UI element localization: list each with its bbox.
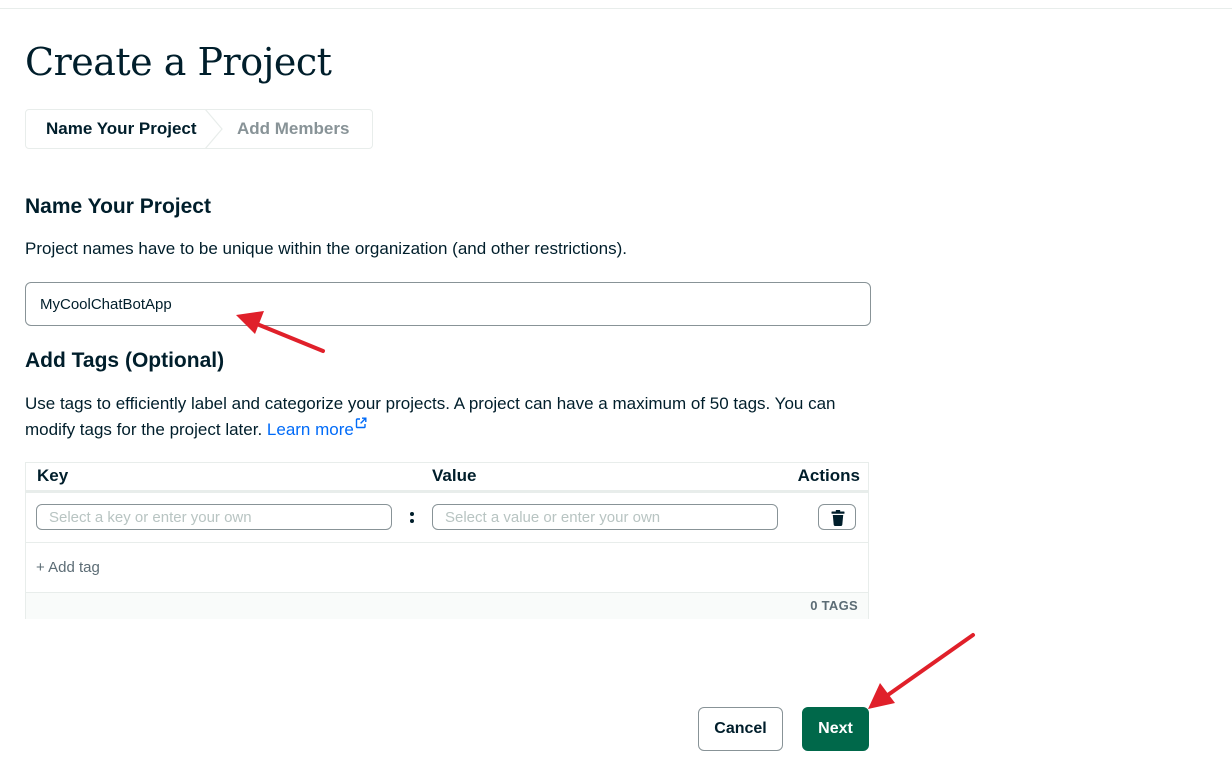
tag-count: 0 TAGS xyxy=(810,598,858,613)
tags-description-text: Use tags to efficiently label and catego… xyxy=(25,394,836,439)
step-add-members[interactable]: Add Members xyxy=(237,110,349,148)
tag-row-divider xyxy=(26,542,868,543)
table-header-divider xyxy=(26,490,868,493)
column-header-value: Value xyxy=(432,466,477,485)
add-tag-button[interactable]: + Add tag xyxy=(36,559,100,576)
page-title: Create a Project xyxy=(25,40,332,84)
column-header-key: Key xyxy=(37,466,69,485)
learn-more-label: Learn more xyxy=(266,420,354,439)
name-section-heading: Name Your Project xyxy=(25,195,211,218)
column-header-actions: Actions xyxy=(797,466,860,485)
tags-section-heading: Add Tags (Optional) xyxy=(25,349,225,372)
tags-section-description: Use tags to efficiently label and catego… xyxy=(25,391,870,443)
tag-key-input[interactable] xyxy=(36,504,392,530)
step-name-your-project[interactable]: Name Your Project xyxy=(46,110,197,148)
top-divider xyxy=(0,8,1232,9)
table-footer: 0 TAGS xyxy=(26,592,868,619)
trash-icon xyxy=(831,510,845,526)
arrow-to-next-button xyxy=(868,633,975,709)
cancel-button[interactable]: Cancel xyxy=(698,707,783,751)
project-name-input[interactable] xyxy=(25,282,871,326)
next-button[interactable]: Next xyxy=(802,707,869,751)
tags-table: Key Value Actions + Add tag 0 TAGS xyxy=(25,462,869,619)
chevron-right-icon xyxy=(205,110,223,148)
learn-more-link[interactable]: Learn more xyxy=(266,417,367,439)
name-section-description: Project names have to be unique within t… xyxy=(25,239,627,258)
stepper: Name Your Project Add Members xyxy=(25,109,373,149)
tag-value-input[interactable] xyxy=(432,504,778,530)
key-value-separator xyxy=(407,509,417,525)
external-link-icon xyxy=(355,417,367,429)
delete-tag-button[interactable] xyxy=(818,504,856,530)
